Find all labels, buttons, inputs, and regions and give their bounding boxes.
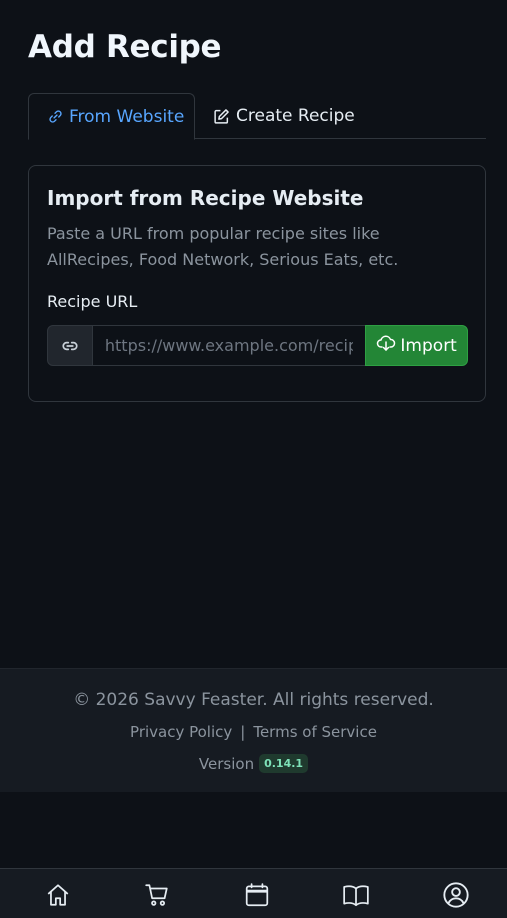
profile-icon [442,881,470,913]
footer-links: Privacy Policy | Terms of Service [0,723,507,741]
tab-label: Create Recipe [236,106,355,126]
page-title: Add Recipe [28,29,222,65]
tab-bar: From Website Create Recipe [28,93,486,140]
copyright-text: © 2026 Savvy Feaster. All rights reserve… [73,690,434,710]
tab-from-website[interactable]: From Website [28,93,195,140]
footer: © 2026 Savvy Feaster. All rights reserve… [0,668,507,792]
tab-label: From Website [69,106,185,127]
cart-icon [144,882,170,912]
cloud-download-icon [376,333,396,358]
nav-home[interactable] [43,882,73,912]
version-label: Version [198,754,255,773]
nav-profile[interactable] [441,882,471,912]
terms-of-service-link[interactable]: Terms of Service [253,723,377,741]
version-row: Version 0.14.1 [0,754,507,773]
import-button[interactable]: Import [365,325,469,366]
import-button-label: Import [400,335,457,356]
link-icon [48,109,63,124]
tab-create-recipe[interactable]: Create Recipe [213,93,355,139]
recipe-url-input[interactable] [92,325,366,366]
nav-recipes[interactable] [341,882,371,912]
nav-shopping-cart[interactable] [142,882,172,912]
page: Add Recipe From Website Create Recipe Im… [0,0,507,918]
card-title: Import from Recipe Website [47,186,364,210]
privacy-policy-link[interactable]: Privacy Policy [130,723,232,741]
recipe-url-label: Recipe URL [47,292,138,311]
link-icon [47,325,93,366]
version-badge: 0.14.1 [259,754,309,773]
edit-icon [213,108,230,125]
calendar-icon [244,882,270,912]
url-input-group: Import [47,325,469,366]
import-card: Import from Recipe Website Paste a URL f… [28,165,486,402]
link-separator: | [240,723,246,741]
bottom-nav [0,868,507,918]
card-description: Paste a URL from popular recipe sites li… [47,224,399,269]
nav-calendar[interactable] [242,882,272,912]
book-icon [342,882,370,912]
home-icon [45,882,71,912]
